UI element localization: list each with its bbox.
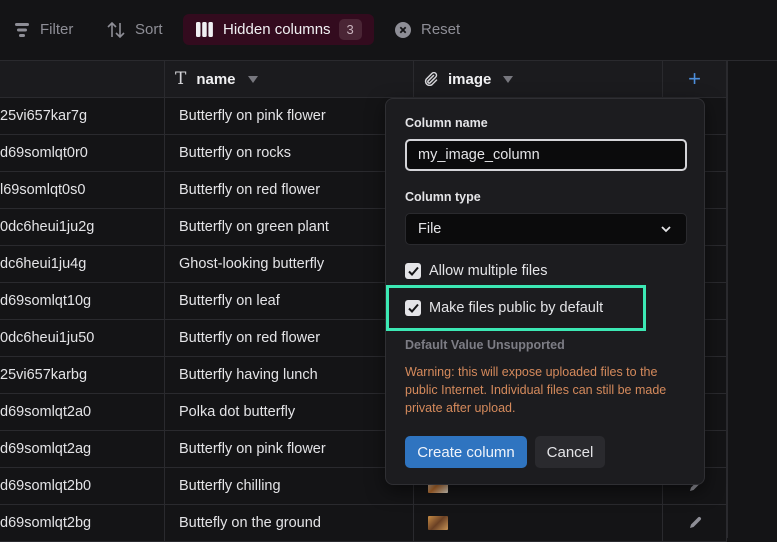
sort-icon (107, 21, 125, 38)
hidden-columns-label: Hidden columns (223, 21, 331, 38)
table-row[interactable]: d69somlqt2bg Buttefly on the ground (0, 505, 727, 542)
public-files-warning: Warning: this will expose uploaded files… (405, 365, 667, 415)
make-files-public-checkbox[interactable]: Make files public by default (405, 300, 603, 316)
cell-id[interactable]: d69somlqt10g (0, 283, 165, 319)
close-circle-icon (395, 21, 411, 38)
column-name-label: Column name (405, 116, 488, 130)
cell-name[interactable]: Butterfly on leaf (165, 283, 414, 319)
cell-name[interactable]: Butterfly on green plant (165, 209, 414, 245)
cell-id[interactable]: 0dc6heui1ju50 (0, 320, 165, 356)
cell-edit[interactable] (663, 505, 727, 541)
cell-id[interactable]: d69somlqt2bg (0, 505, 165, 541)
column-name-input[interactable] (405, 139, 687, 171)
sort-button[interactable]: Sort (107, 14, 163, 45)
row-name: Butterfly on red flower (179, 182, 321, 198)
row-name: Buttefly on the ground (179, 515, 321, 531)
cell-id[interactable]: 25vi657kar7g (0, 98, 165, 134)
cell-name[interactable]: Ghost-looking butterfly (165, 246, 414, 282)
cell-id[interactable]: d69somlqt2a0 (0, 394, 165, 430)
row-name: Polka dot butterfly (179, 404, 296, 420)
hidden-columns-count-badge: 3 (338, 19, 362, 40)
cell-name[interactable]: Polka dot butterfly (165, 394, 414, 430)
cell-name[interactable]: Butterfly on pink flower (165, 431, 414, 467)
hidden-columns-button[interactable]: Hidden columns 3 (183, 14, 374, 45)
row-name: Butterfly on rocks (179, 145, 292, 161)
allow-multiple-files-checkbox[interactable]: Allow multiple files (405, 263, 547, 279)
row-id: d69somlqt2b0 (0, 478, 92, 494)
column-type-label: Column type (405, 190, 481, 204)
cell-name[interactable]: Butterfly on pink flower (165, 98, 414, 134)
cell-id[interactable]: d69somlqt2ag (0, 431, 165, 467)
column-header-name[interactable]: T name (165, 61, 414, 98)
row-name: Butterfly on pink flower (179, 108, 326, 124)
columns-icon (196, 22, 213, 37)
row-name: Butterfly chilling (179, 478, 281, 494)
cell-image[interactable] (414, 505, 663, 541)
row-id: 0dc6heui1ju2g (0, 219, 95, 235)
cell-name[interactable]: Butterfly having lunch (165, 357, 414, 393)
add-column-button[interactable]: + (663, 61, 727, 98)
row-id: 0dc6heui1ju50 (0, 330, 95, 346)
reset-label: Reset (421, 21, 461, 38)
paperclip-icon (424, 72, 438, 86)
plus-icon: + (688, 66, 701, 91)
row-id: d69somlqt10g (0, 293, 92, 309)
cancel-button[interactable]: Cancel (535, 436, 605, 468)
cell-id[interactable]: l69somlqt0s0 (0, 172, 165, 208)
row-id: d69somlqt2ag (0, 441, 92, 457)
column-header-image[interactable]: image (414, 61, 663, 98)
pencil-icon[interactable] (688, 516, 702, 530)
column-type-value: File (418, 221, 442, 237)
column-header-name-label: name (196, 70, 236, 88)
row-name: Butterfly having lunch (179, 367, 318, 383)
row-id: d69somlqt2a0 (0, 404, 92, 420)
column-header-image-label: image (448, 70, 492, 88)
sort-label: Sort (135, 21, 163, 38)
caret-down-icon[interactable] (503, 75, 514, 83)
cell-id[interactable]: dc6heui1ju4g (0, 246, 165, 282)
cell-id[interactable]: 25vi657karbg (0, 357, 165, 393)
row-id: 25vi657kar7g (0, 108, 88, 124)
cell-id[interactable]: 0dc6heui1ju2g (0, 209, 165, 245)
add-column-popover: Column name Column type File Allow multi… (385, 98, 705, 485)
column-type-select[interactable]: File (405, 213, 687, 245)
filter-icon (14, 22, 30, 38)
make-files-public-label: Make files public by default (429, 300, 604, 316)
row-name: Butterfly on red flower (179, 330, 321, 346)
row-name: Butterfly on pink flower (179, 441, 326, 457)
text-type-icon: T (175, 69, 187, 89)
reset-button[interactable]: Reset (395, 14, 460, 45)
row-id: 25vi657karbg (0, 367, 88, 383)
row-name: Ghost-looking butterfly (179, 256, 325, 272)
cell-name[interactable]: Buttefly on the ground (165, 505, 414, 541)
checkmark-icon[interactable] (405, 300, 421, 316)
row-id: l69somlqt0s0 (0, 182, 86, 198)
filter-button[interactable]: Filter (14, 14, 73, 45)
row-id: dc6heui1ju4g (0, 256, 87, 272)
toolbar: Filter Sort Hidden columns 3 Reset (0, 0, 777, 61)
grid-edge-divider (727, 61, 728, 538)
checkmark-icon[interactable] (405, 263, 421, 279)
row-id: d69somlqt2bg (0, 515, 92, 531)
row-name: Butterfly on green plant (179, 219, 329, 235)
column-header-id[interactable] (0, 61, 165, 98)
row-id: d69somlqt0r0 (0, 145, 88, 161)
cell-name[interactable]: Butterfly on red flower (165, 172, 414, 208)
cell-id[interactable]: d69somlqt0r0 (0, 135, 165, 171)
cell-name[interactable]: Butterfly on rocks (165, 135, 414, 171)
cell-id[interactable]: d69somlqt2b0 (0, 468, 165, 504)
create-column-button[interactable]: Create column (405, 436, 527, 468)
default-value-unsupported-title: Default Value Unsupported (405, 338, 565, 352)
row-name: Butterfly on leaf (179, 293, 280, 309)
chevron-down-icon (660, 223, 672, 239)
cell-name[interactable]: Butterfly chilling (165, 468, 414, 504)
image-thumbnail[interactable] (428, 516, 448, 530)
caret-down-icon[interactable] (247, 75, 258, 83)
filter-label: Filter (40, 21, 74, 38)
allow-multiple-files-label: Allow multiple files (429, 263, 548, 279)
cell-name[interactable]: Butterfly on red flower (165, 320, 414, 356)
